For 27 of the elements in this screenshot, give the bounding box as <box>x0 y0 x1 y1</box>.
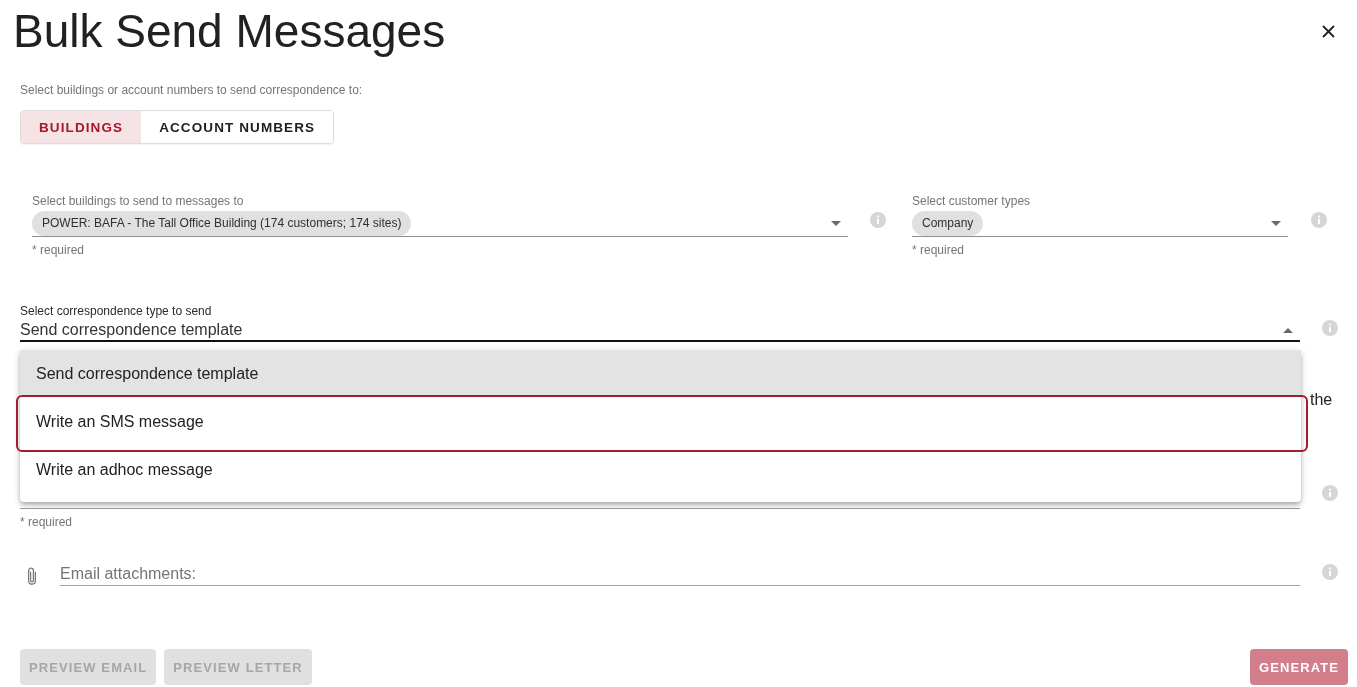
attachments-field[interactable]: Email attachments: <box>60 563 1300 586</box>
toggle-option[interactable]: ACCOUNT NUMBERS <box>141 111 334 143</box>
field-label: Select customer types <box>912 194 1032 208</box>
menu-item[interactable]: Write an adhoc message <box>20 452 1301 494</box>
select-field[interactable]: Company <box>912 211 1288 237</box>
paperclip-icon[interactable] <box>26 567 38 586</box>
field-label: Select buildings to send to messages to <box>32 194 245 208</box>
select-field[interactable]: POWER: BAFA - The Tall Office Building (174 customers; 174 sites) <box>32 211 848 237</box>
description-text: the <box>1310 390 1333 410</box>
menu-item[interactable]: Send correspondence template <box>20 350 1301 395</box>
helper-text: * required <box>32 243 86 257</box>
toggle-option[interactable]: BUILDINGS <box>21 111 142 143</box>
helper-text: * required <box>912 243 966 257</box>
menu-item[interactable]: Write an SMS message <box>16 395 1308 452</box>
info-icon[interactable] <box>1322 320 1338 336</box>
select-field[interactable]: Send correspondence template <box>20 320 1300 342</box>
selection-chip: POWER: BAFA - The Tall Office Building (174 customers; 174 sites) <box>32 211 412 236</box>
selection-chip: Company <box>912 211 984 236</box>
info-icon[interactable] <box>1322 485 1338 501</box>
close-icon <box>1322 24 1335 38</box>
helper-text: * required <box>20 515 73 529</box>
field-label: Select correspondence type to send <box>20 304 213 318</box>
dialog-title: Bulk Send Messages <box>13 4 446 59</box>
info-icon[interactable] <box>1311 212 1327 228</box>
info-icon[interactable] <box>870 212 886 228</box>
section-label: Select buildings or account numbers to send correspondence to: <box>20 83 364 97</box>
info-icon[interactable] <box>1322 564 1338 580</box>
